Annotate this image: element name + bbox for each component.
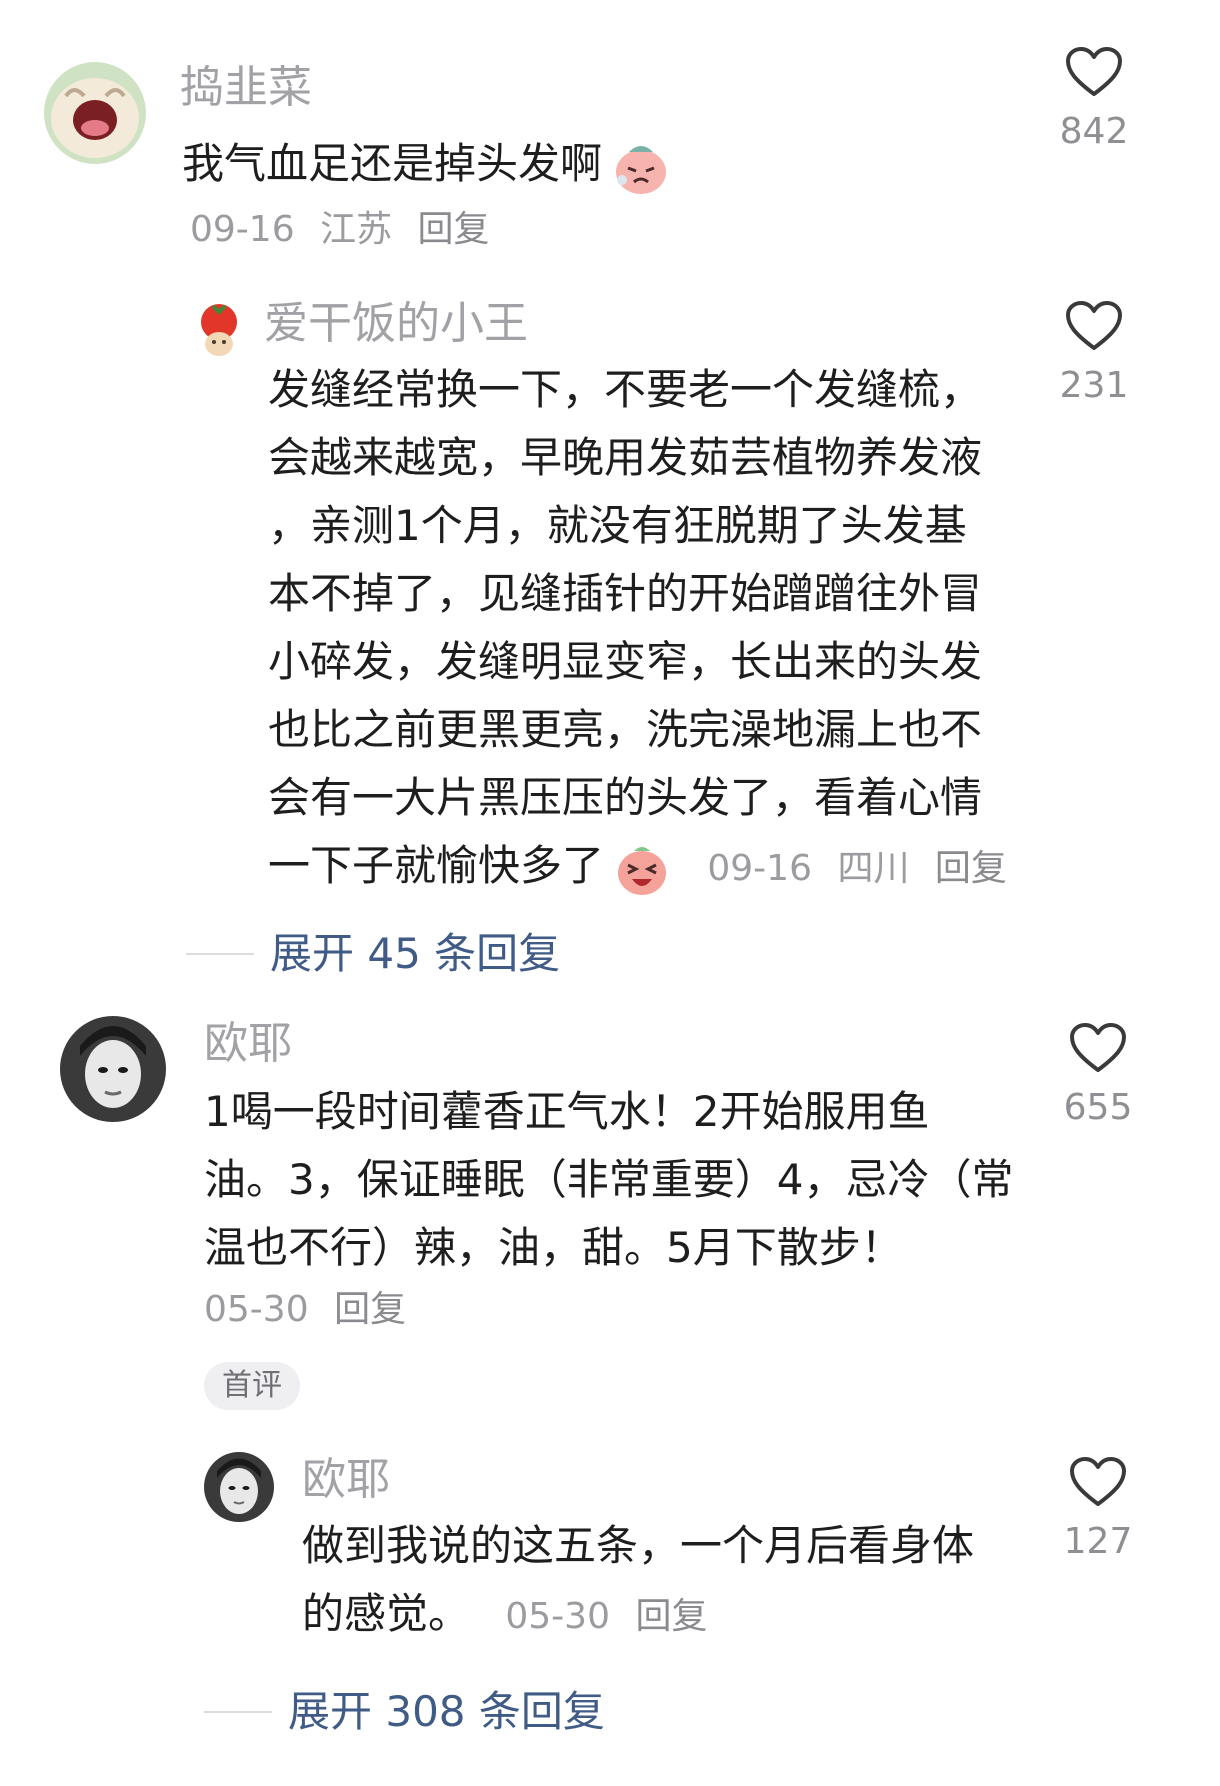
- comment-meta: 05-30 回复: [204, 1282, 406, 1338]
- expand-replies-label[interactable]: 展开 45 条回复: [270, 926, 560, 982]
- reply-button[interactable]: 回复: [418, 209, 490, 250]
- reply-text-line: 做到我说的这五条，一个月后看身体: [302, 1521, 975, 1570]
- tired-face-emoji-icon: [616, 145, 667, 194]
- like-count: 231: [1059, 365, 1129, 406]
- comment-body: 我气血足还是掉头发啊: [182, 139, 603, 188]
- comment-username[interactable]: 捣韭菜: [180, 60, 312, 116]
- reply-date: 09-16: [707, 848, 812, 889]
- comment-text-line: 1喝一段时间藿香正气水！2开始服用鱼: [204, 1087, 930, 1136]
- avatar[interactable]: [44, 62, 146, 164]
- reply-text-line: 一下子就愉快多了: [268, 841, 605, 890]
- heart-outline-icon: [1070, 1457, 1126, 1506]
- heart-outline-icon: [1066, 301, 1122, 350]
- reply-text: 做到我说的这五条，一个月后看身体 的感觉。 05-30 回复: [302, 1512, 974, 1648]
- reply-text-line: 会越来越宽，早晚用发茹芸植物养发液: [268, 433, 983, 482]
- like-count: 842: [1059, 111, 1129, 152]
- like-button[interactable]: 231: [1034, 300, 1154, 410]
- expand-replies-button[interactable]: 展开 45 条回复: [186, 926, 560, 982]
- reply-button[interactable]: 回复: [935, 848, 1007, 889]
- heart-outline-icon: [1066, 47, 1122, 96]
- comment-text-line: 温也不行）辣，油，甜。5月下散步！: [204, 1223, 903, 1272]
- laughing-face-emoji-icon: [618, 846, 667, 895]
- reply-username[interactable]: 欧耶: [302, 1452, 390, 1508]
- comment-date: 05-30: [204, 1289, 309, 1330]
- expand-divider: [186, 953, 254, 955]
- reply-text-line: 发缝经常换一下，不要老一个发缝梳，: [268, 365, 983, 414]
- comment-meta: 09-16 江苏 回复: [190, 202, 490, 258]
- like-count: 127: [1063, 1521, 1133, 1562]
- reply-last-line: 一下子就愉快多了 09-16 四川 回复: [268, 832, 1007, 900]
- avatar[interactable]: [60, 1016, 166, 1122]
- reply-username[interactable]: 爱干饭的小王: [264, 296, 528, 352]
- reply-button[interactable]: 回复: [334, 1289, 406, 1330]
- expand-replies-label[interactable]: 展开 308 条回复: [288, 1684, 605, 1740]
- expand-divider: [204, 1711, 272, 1713]
- comment-date: 09-16: [190, 209, 295, 250]
- reply-text-line: ，亲测1个月，就没有狂脱期了头发基: [268, 501, 967, 550]
- reply-date: 05-30: [505, 1596, 610, 1637]
- comment-text: 1喝一段时间藿香正气水！2开始服用鱼 油。3，保证睡眠（非常重要）4，忌冷（常 …: [204, 1078, 1013, 1282]
- avatar-cat-crying-icon: [44, 62, 146, 164]
- like-button[interactable]: 127: [1038, 1456, 1158, 1566]
- reply-text-line: 会有一大片黑压压的头发了，看着心情: [268, 773, 983, 822]
- reply-text-line: 的感觉。: [302, 1589, 471, 1638]
- reply-text-line: 小碎发，发缝明显变窄，长出来的头发: [268, 637, 983, 686]
- comment-username[interactable]: 欧耶: [204, 1016, 292, 1072]
- expand-replies-button[interactable]: 展开 308 条回复: [204, 1684, 605, 1740]
- reply-button[interactable]: 回复: [635, 1596, 707, 1637]
- comment-text: 我气血足还是掉头发啊: [182, 130, 670, 198]
- reply-text: 发缝经常换一下，不要老一个发缝梳， 会越来越宽，早晚用发茹芸植物养发液 ，亲测1…: [268, 356, 1007, 900]
- like-button[interactable]: 655: [1038, 1022, 1158, 1132]
- comment-location: 江苏: [320, 209, 393, 250]
- avatar[interactable]: [188, 298, 250, 360]
- reply-text-line: 本不掉了，见缝插针的开始蹭蹭往外冒: [268, 569, 983, 618]
- like-button[interactable]: 842: [1034, 46, 1154, 156]
- reply-text-line: 也比之前更黑更亮，洗完澡地漏上也不: [268, 705, 983, 754]
- reply-last-line: 的感觉。 05-30 回复: [302, 1580, 974, 1648]
- comment-text-line: 油。3，保证睡眠（非常重要）4，忌冷（常: [204, 1155, 1014, 1204]
- like-count: 655: [1063, 1087, 1133, 1128]
- avatar-portrait-icon: [60, 1016, 166, 1122]
- avatar-portrait-icon: [204, 1452, 274, 1522]
- reply-location: 四川: [837, 848, 910, 889]
- avatar[interactable]: [204, 1452, 274, 1522]
- heart-outline-icon: [1070, 1023, 1126, 1072]
- avatar-tomato-cat-icon: [188, 298, 250, 360]
- first-comment-badge: 首评: [204, 1362, 300, 1410]
